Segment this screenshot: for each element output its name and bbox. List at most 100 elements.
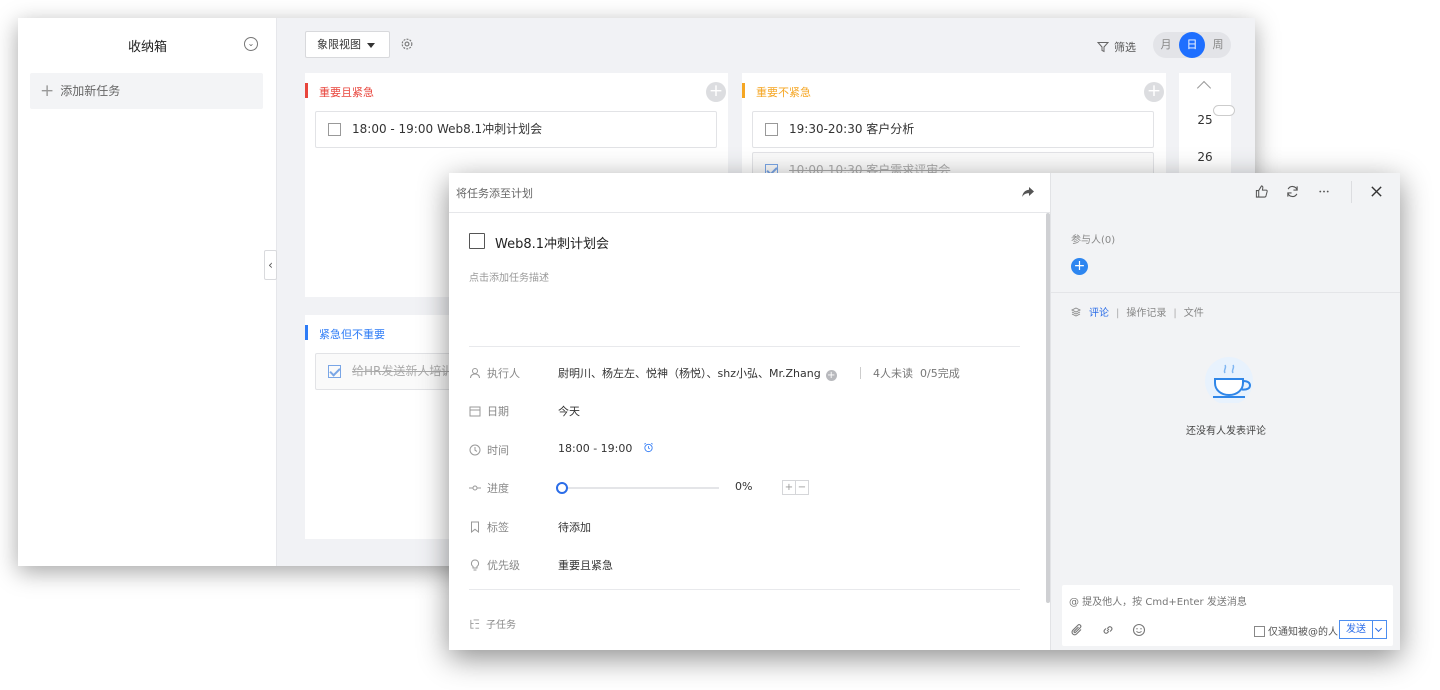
notify-mentioned-only[interactable]: 仅通知被@的人	[1254, 623, 1338, 638]
add-task-plus-icon[interactable]: +	[706, 82, 726, 102]
emoji-icon[interactable]	[1132, 623, 1146, 637]
notify-checkbox[interactable]	[1254, 626, 1265, 637]
plus-icon: +	[40, 81, 55, 101]
calendar-day[interactable]: 25	[1179, 113, 1231, 127]
lightbulb-icon	[470, 559, 480, 571]
assignee-value[interactable]: 尉明川、杨左左、悦神（杨悦）、shz小弘、Mr.Zhang +	[558, 365, 837, 381]
calendar-day[interactable]: 26	[1179, 150, 1231, 164]
progress-icon	[469, 485, 481, 491]
send-button[interactable]: 发送	[1339, 620, 1387, 639]
progress-value: 0%	[735, 480, 753, 493]
tab-files[interactable]: 文件	[1184, 308, 1204, 319]
layers-icon	[1071, 307, 1081, 317]
collapse-sidebar-chevron-left-icon[interactable]: ‹	[264, 250, 277, 280]
gear-icon[interactable]	[400, 37, 414, 51]
task-description-input[interactable]: 点击添加任务描述	[469, 269, 549, 284]
tag-value[interactable]: 待添加	[558, 519, 591, 535]
subtask-section[interactable]: 子任务	[469, 616, 516, 631]
assignee-status: 4人未读 0/5完成	[860, 365, 960, 381]
person-icon	[470, 368, 480, 379]
add-assignee-icon[interactable]: +	[825, 370, 837, 381]
inbox-panel: 收纳箱 ⌄ + 添加新任务	[18, 18, 277, 566]
tag-label: 标签	[487, 521, 509, 534]
link-icon[interactable]	[1101, 623, 1115, 637]
view-mode-select[interactable]: 象限视图	[305, 31, 390, 58]
assignee-label: 执行人	[487, 367, 520, 380]
progress-slider[interactable]	[556, 482, 719, 494]
quadrant-title: 紧急但不重要	[305, 325, 385, 341]
thumbs-up-icon[interactable]	[1255, 185, 1268, 198]
decrement-button[interactable]: −	[795, 481, 808, 494]
period-day[interactable]: 日	[1179, 32, 1205, 58]
comment-side-panel: 参与人(0) + 评论 | 操作记录 | 文件 还没有人发表评论 @ 提及他人，按 Cm…	[1050, 173, 1400, 650]
more-options-icon[interactable]	[1317, 185, 1331, 198]
divider	[469, 346, 1020, 347]
quadrant-title: 重要不紧急	[742, 83, 811, 99]
comment-composer: @ 提及他人，按 Cmd+Enter 发送消息 仅通知被@的人 发送	[1062, 585, 1393, 646]
calendar-icon	[469, 406, 481, 417]
send-options-chevron-down-icon[interactable]	[1372, 621, 1386, 638]
filter-button[interactable]: 筛选	[1096, 39, 1136, 55]
bookmark-icon	[471, 521, 479, 533]
task-text: 19:30-20:30 客户分析	[789, 122, 915, 136]
date-value[interactable]: 今天	[558, 403, 580, 419]
alarm-icon[interactable]	[643, 442, 654, 453]
close-icon[interactable]	[1370, 185, 1383, 198]
share-icon[interactable]	[1021, 185, 1035, 199]
tag-row: 标签 待添加	[469, 518, 1029, 536]
divider	[860, 367, 861, 379]
task-detail-window: 将任务添至计划 Web8.1冲刺计划会 点击添加任务描述 执行人 尉明川、杨左左…	[449, 173, 1400, 650]
clock-icon	[469, 444, 481, 456]
notify-label: 仅通知被@的人	[1268, 627, 1338, 638]
progress-stepper: + −	[782, 480, 809, 495]
period-month[interactable]: 月	[1153, 32, 1179, 58]
add-task-button[interactable]: + 添加新任务	[30, 73, 263, 109]
tab-separator: |	[1116, 308, 1120, 319]
task-checkbox[interactable]	[765, 123, 778, 136]
priority-row: 优先级 重要且紧急	[469, 556, 1029, 574]
add-participant-icon[interactable]: +	[1071, 258, 1088, 275]
add-task-label: 添加新任务	[60, 84, 121, 98]
tab-separator: |	[1173, 308, 1177, 319]
refresh-icon[interactable]	[1286, 185, 1299, 198]
task-item[interactable]: 19:30-20:30 客户分析	[752, 111, 1154, 148]
quadrant-title: 重要且紧急	[305, 83, 374, 99]
attachment-icon[interactable]	[1070, 623, 1084, 637]
chevron-up-icon[interactable]	[1196, 80, 1212, 96]
add-task-plus-icon[interactable]: +	[1144, 82, 1164, 102]
task-complete-checkbox[interactable]	[469, 233, 485, 249]
priority-value[interactable]: 重要且紧急	[558, 557, 613, 573]
date-row: 日期 今天	[469, 402, 1029, 420]
participants-label: 参与人(0)	[1071, 235, 1116, 246]
task-item[interactable]: 18:00 - 19:00 Web8.1冲刺计划会	[315, 111, 717, 148]
progress-slider-handle[interactable]	[556, 482, 568, 494]
subtask-icon	[470, 619, 480, 629]
task-text: 给HR发送新人培训	[352, 364, 454, 378]
participants-section: 参与人(0) +	[1051, 173, 1400, 293]
divider	[1351, 181, 1352, 203]
task-checkbox[interactable]	[328, 123, 341, 136]
detail-header-title: 将任务添至计划	[456, 187, 533, 200]
view-mode-label: 象限视图	[317, 38, 361, 51]
task-checkbox-checked[interactable]	[328, 365, 341, 378]
date-label: 日期	[487, 405, 509, 418]
caret-down-icon	[367, 43, 375, 48]
time-value[interactable]: 18:00 - 19:00	[558, 442, 654, 455]
time-row: 时间 18:00 - 19:00	[469, 441, 1029, 459]
activity-tabs: 评论 | 操作记录 | 文件	[1071, 304, 1204, 319]
completion-count: 0/5完成	[920, 367, 960, 380]
assignee-row: 执行人 尉明川、杨左左、悦神（杨悦）、shz小弘、Mr.Zhang + 4人未读 …	[469, 364, 1029, 382]
tab-comments[interactable]: 评论	[1089, 308, 1109, 319]
period-week[interactable]: 周	[1205, 32, 1231, 58]
increment-button[interactable]: +	[783, 481, 795, 494]
filter-icon	[1096, 42, 1110, 53]
inbox-collapse-icon[interactable]: ⌄	[244, 37, 258, 51]
task-text: 18:00 - 19:00 Web8.1冲刺计划会	[352, 122, 543, 136]
comment-input[interactable]: @ 提及他人，按 Cmd+Enter 发送消息	[1069, 593, 1247, 608]
send-label: 发送	[1346, 624, 1366, 635]
task-title[interactable]: Web8.1冲刺计划会	[495, 233, 609, 252]
divider	[469, 589, 1020, 590]
period-switch: 月 日 周	[1153, 32, 1231, 58]
tab-activity-log[interactable]: 操作记录	[1126, 308, 1166, 319]
detail-header: 将任务添至计划	[449, 173, 1050, 213]
